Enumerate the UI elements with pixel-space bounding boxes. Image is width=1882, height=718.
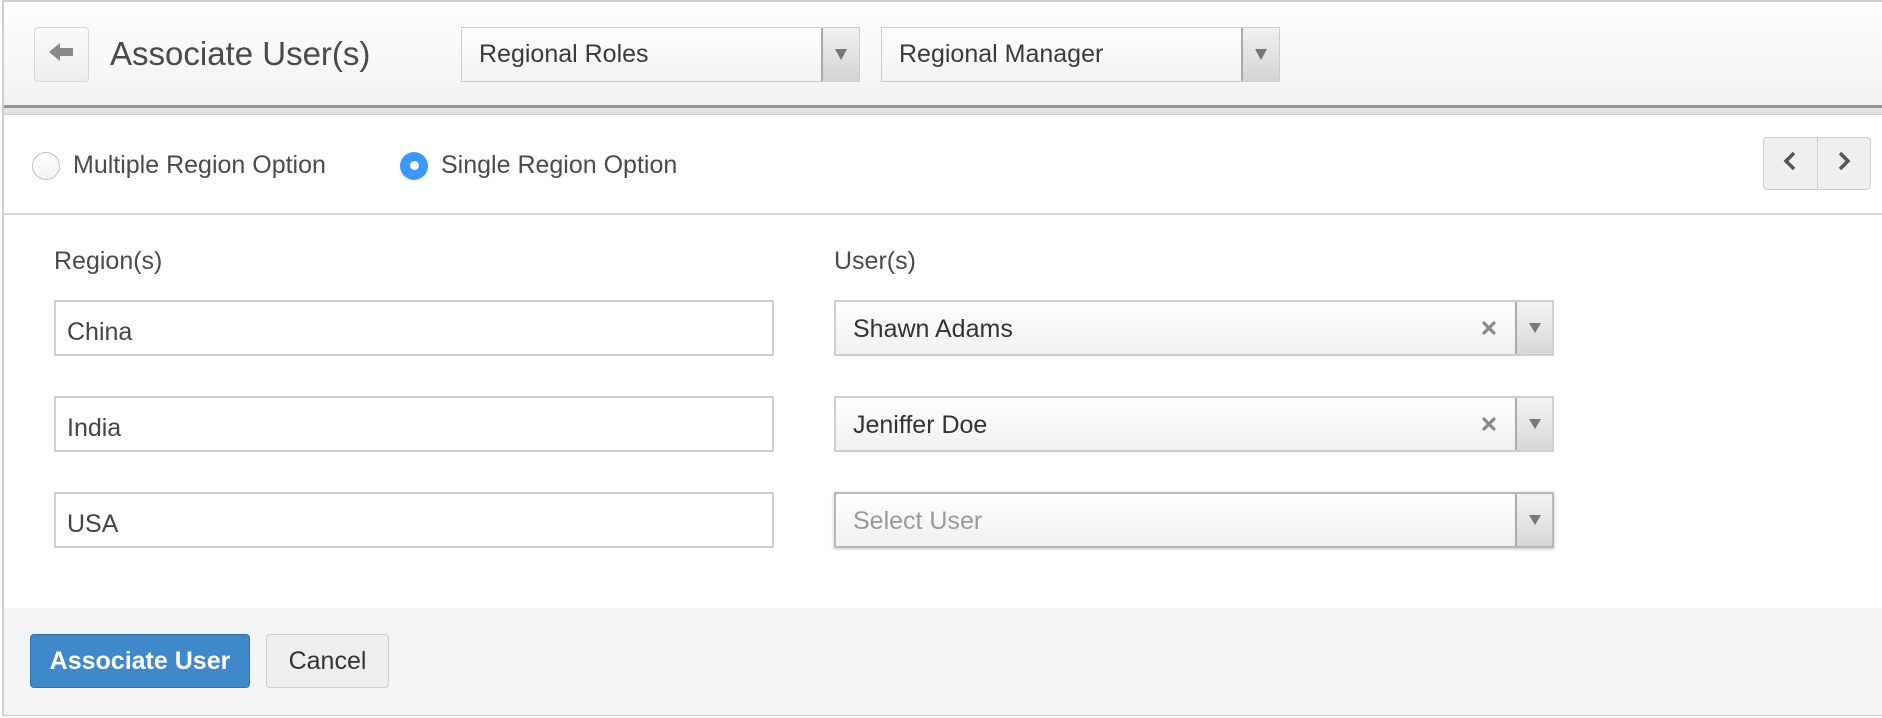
back-button[interactable] — [34, 27, 89, 82]
user-select[interactable]: Shawn Adams — [834, 300, 1554, 356]
close-icon — [1482, 321, 1496, 335]
role-select-value: Regional Manager — [899, 40, 1104, 68]
radio-label: Multiple Region Option — [73, 151, 326, 179]
chevron-right-icon — [1837, 150, 1851, 177]
user-select-placeholder: Select User — [853, 507, 983, 535]
radio-multiple-region[interactable]: Multiple Region Option — [32, 151, 326, 180]
caret-down-icon — [1528, 515, 1541, 525]
user-select[interactable]: Select User — [834, 492, 1554, 548]
associate-user-button[interactable]: Associate User — [30, 634, 250, 688]
role-select[interactable]: Regional Manager — [881, 27, 1280, 82]
chevron-left-icon — [1783, 150, 1797, 177]
caret-down-icon — [1528, 419, 1541, 429]
region-option-bar: Multiple Region Option Single Region Opt… — [4, 114, 1882, 215]
next-button[interactable] — [1816, 138, 1871, 189]
users-label: User(s) — [834, 247, 916, 275]
clear-selection-button[interactable] — [1478, 413, 1500, 435]
region-input[interactable] — [54, 300, 774, 356]
clear-selection-button[interactable] — [1478, 317, 1500, 339]
role-group-select[interactable]: Regional Roles — [461, 27, 860, 82]
dropdown-toggle[interactable] — [1241, 28, 1279, 81]
regions-label: Region(s) — [54, 247, 163, 275]
region-input[interactable] — [54, 492, 774, 548]
previous-button[interactable] — [1764, 138, 1817, 189]
caret-down-icon — [835, 49, 847, 60]
pager — [1763, 137, 1871, 190]
cancel-button[interactable]: Cancel — [266, 634, 389, 688]
user-select[interactable]: Jeniffer Doe — [834, 396, 1554, 452]
dropdown-toggle[interactable] — [1515, 494, 1552, 546]
dropdown-toggle[interactable] — [1515, 302, 1552, 354]
user-select-value: Jeniffer Doe — [853, 411, 988, 439]
caret-down-icon — [1528, 323, 1541, 333]
caret-down-icon — [1255, 49, 1267, 60]
radio-single-region[interactable]: Single Region Option — [400, 151, 677, 180]
role-group-select-value: Regional Roles — [479, 40, 649, 68]
radio-label: Single Region Option — [441, 151, 678, 179]
dropdown-toggle[interactable] — [821, 28, 859, 81]
region-input[interactable] — [54, 396, 774, 452]
close-icon — [1482, 417, 1496, 431]
radio-checked-icon[interactable] — [400, 151, 428, 180]
dropdown-toggle[interactable] — [1515, 398, 1552, 450]
user-select-value: Shawn Adams — [853, 315, 1013, 343]
arrow-left-icon — [48, 42, 75, 67]
page-title: Associate User(s) — [110, 35, 371, 72]
radio-unchecked-icon[interactable] — [32, 151, 60, 180]
